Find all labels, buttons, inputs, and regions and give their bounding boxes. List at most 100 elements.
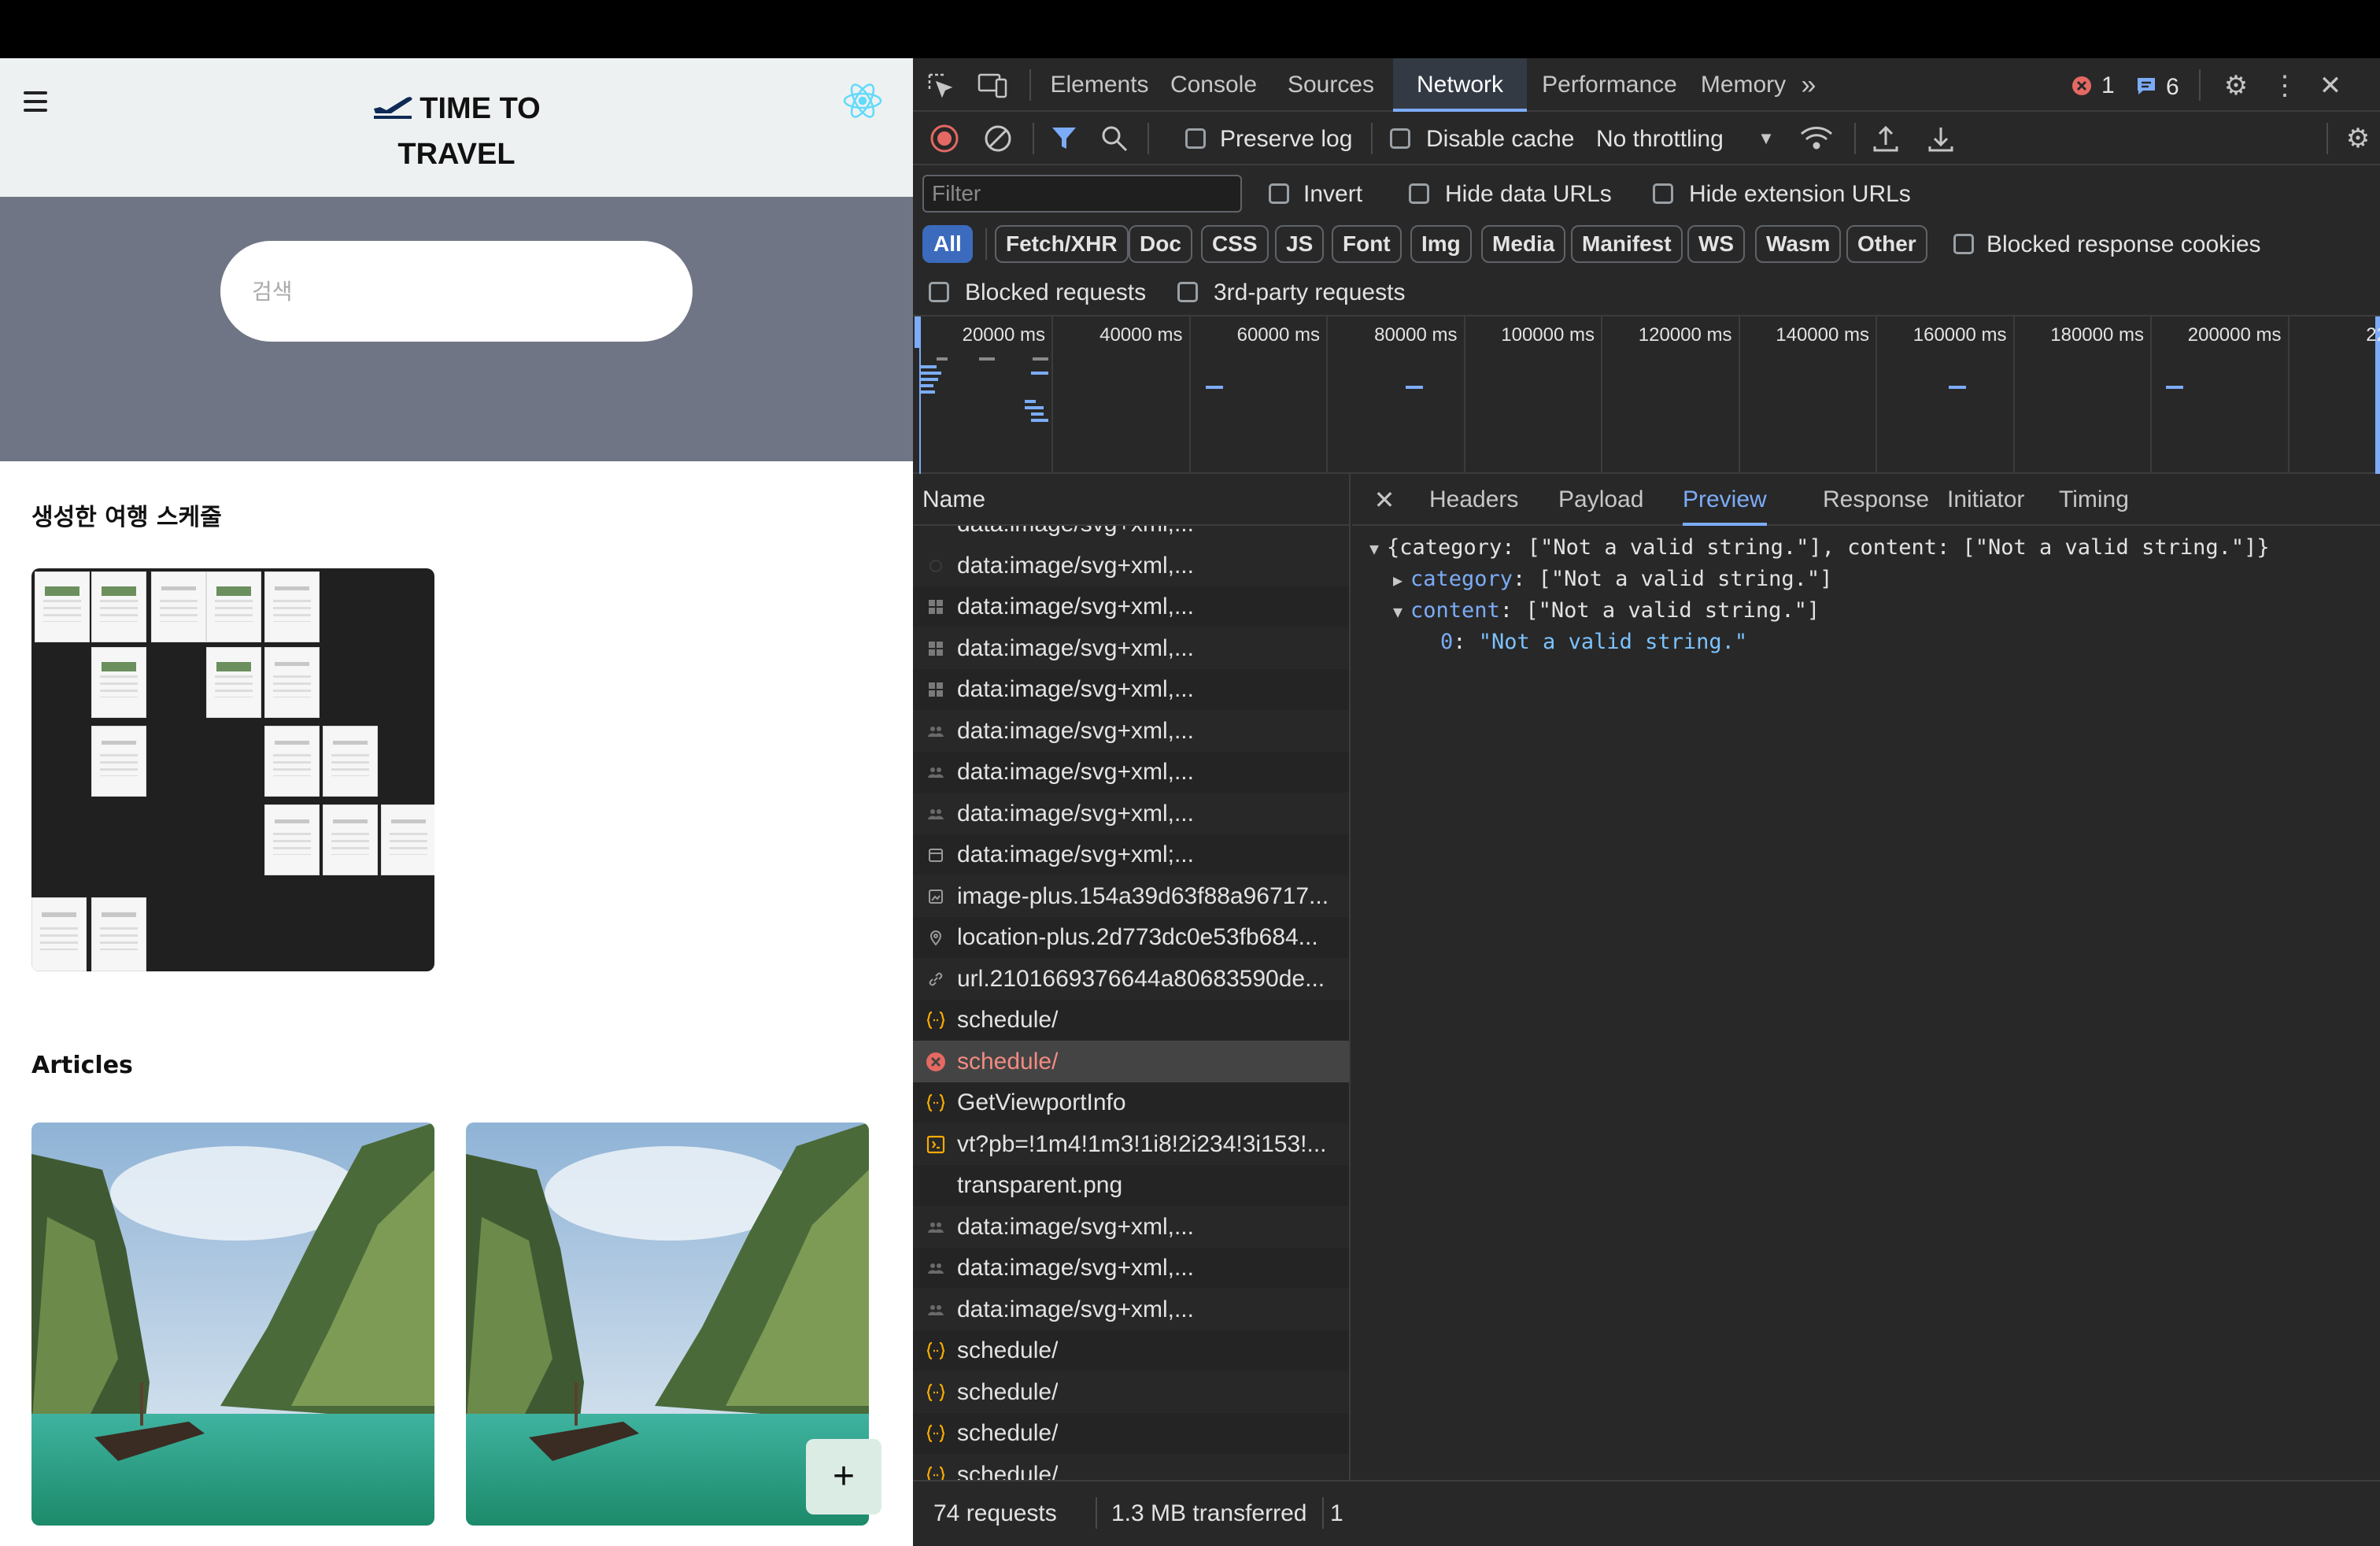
export-har-icon[interactable]	[1925, 123, 1957, 154]
chevron-down-icon[interactable]: ▼	[1757, 128, 1776, 150]
preview-root[interactable]: ▼ {category: ["Not a valid string."], con…	[1369, 535, 2270, 560]
settings-gear-icon[interactable]: ⚙	[2221, 71, 2251, 101]
request-row[interactable]: data:image/svg+xml,...	[913, 627, 1349, 669]
import-har-icon[interactable]	[1870, 123, 1901, 154]
tab-payload[interactable]: Payload	[1558, 474, 1643, 526]
preview-category-row[interactable]: ▶ category: ["Not a valid string."]	[1393, 567, 1832, 591]
request-row[interactable]: data:image/svg+xml,...	[913, 710, 1349, 752]
request-row[interactable]: schedule/	[913, 1454, 1349, 1480]
hide-extension-urls-checkbox[interactable]	[1653, 183, 1673, 204]
tab-sources[interactable]: Sources	[1269, 58, 1393, 112]
schedule-thumbnail[interactable]	[31, 568, 434, 971]
type-filter-fetch-xhr[interactable]: Fetch/XHR	[995, 225, 1129, 263]
timeline-request-bar	[921, 390, 935, 394]
more-tabs-icon[interactable]: »	[1793, 70, 1824, 100]
link-icon	[924, 967, 948, 991]
menu-icon[interactable]	[24, 91, 47, 112]
fetch-icon	[924, 1008, 948, 1032]
response-preview: ▼ {category: ["Not a valid string."], con…	[1352, 526, 2380, 1480]
disable-cache-checkbox[interactable]	[1390, 128, 1410, 149]
add-button[interactable]: +	[806, 1439, 881, 1515]
type-filter-font[interactable]: Font	[1332, 225, 1402, 263]
request-row[interactable]: data:image/svg+xml,...	[913, 1247, 1349, 1289]
site-logo[interactable]: TIME TO TRAVEL	[362, 87, 551, 176]
hide-data-urls-checkbox[interactable]	[1409, 183, 1429, 204]
script-icon	[924, 1133, 948, 1156]
request-row[interactable]: schedule/	[913, 1371, 1349, 1413]
request-row[interactable]: location-plus.2d773dc0e53fb684...	[913, 916, 1349, 959]
request-row[interactable]: vt?pb=!1m4!1m3!1i8!2i234!3i153!...	[913, 1123, 1349, 1165]
message-icon[interactable]	[2134, 74, 2158, 98]
type-filter-manifest[interactable]: Manifest	[1571, 225, 1683, 263]
type-filter-img[interactable]: Img	[1410, 225, 1472, 263]
content-value: ["Not a valid string."]	[1525, 598, 1820, 623]
tab-headers[interactable]: Headers	[1429, 474, 1518, 526]
tab-timing[interactable]: Timing	[2059, 474, 2129, 526]
request-row[interactable]: data:image/svg+xml,...	[913, 668, 1349, 711]
name-column-header[interactable]: Name	[922, 486, 985, 513]
throttling-select[interactable]: No throttling	[1596, 126, 1724, 153]
type-filter-doc[interactable]: Doc	[1129, 225, 1192, 263]
more-options-icon[interactable]: ⋮	[2271, 71, 2298, 101]
record-stop-icon[interactable]	[929, 123, 960, 154]
network-conditions-icon[interactable]	[1799, 123, 1834, 154]
request-row[interactable]: schedule/	[913, 1330, 1349, 1372]
filter-input[interactable]	[922, 175, 1242, 213]
type-filter-other[interactable]: Other	[1846, 225, 1927, 263]
tab-elements[interactable]: Elements	[1040, 58, 1159, 112]
tab-response[interactable]: Response	[1823, 474, 1929, 526]
filter-funnel-icon[interactable]	[1048, 123, 1080, 154]
close-devtools-icon[interactable]: ✕	[2315, 71, 2345, 101]
clear-icon[interactable]	[982, 123, 1014, 154]
request-row[interactable]: data:image/svg+xml,...	[913, 1206, 1349, 1248]
type-filter-all[interactable]: All	[922, 225, 973, 263]
type-filter-media[interactable]: Media	[1481, 225, 1566, 263]
request-row[interactable]: data:image/svg+xml,...	[913, 545, 1349, 586]
close-detail-icon[interactable]: ✕	[1369, 485, 1399, 515]
request-row[interactable]: schedule/	[913, 999, 1349, 1041]
tab-memory[interactable]: Memory	[1692, 58, 1794, 112]
timeline-request-bar	[937, 357, 948, 361]
blocked-requests-checkbox[interactable]	[929, 282, 949, 302]
network-overview-timeline[interactable]: 20000 ms 40000 ms 60000 ms 80000 ms 100000 m…	[913, 316, 2380, 474]
request-row[interactable]: data:image/svg+xml,...	[913, 526, 1349, 545]
request-row[interactable]: data:image/svg+xml;...	[913, 834, 1349, 876]
request-row[interactable]: image-plus.154a39d63f88a96717...	[913, 875, 1349, 917]
invert-checkbox[interactable]	[1269, 183, 1289, 204]
blocked-response-cookies-checkbox[interactable]	[1953, 234, 1974, 254]
timeline-request-bar	[1031, 372, 1048, 375]
search-input[interactable]	[220, 241, 693, 342]
device-toolbar-icon[interactable]	[978, 71, 1009, 99]
preview-content-row[interactable]: ▼ content: ["Not a valid string."]	[1393, 598, 1820, 623]
timeline-request-bar	[1025, 400, 1036, 403]
request-row[interactable]: GetViewportInfo	[913, 1082, 1349, 1124]
article-card[interactable]	[31, 1123, 434, 1526]
third-party-requests-checkbox[interactable]	[1177, 282, 1198, 302]
request-row[interactable]: data:image/svg+xml,...	[913, 793, 1349, 834]
tab-console[interactable]: Console	[1159, 58, 1269, 112]
error-icon[interactable]	[2070, 74, 2094, 98]
tab-preview[interactable]: Preview	[1683, 474, 1767, 526]
inspect-element-icon[interactable]	[926, 71, 954, 99]
request-row[interactable]: schedule/	[913, 1412, 1349, 1455]
type-filter-css[interactable]: CSS	[1201, 225, 1269, 263]
blocked-response-cookies-label: Blocked response cookies	[1986, 231, 2261, 257]
request-row[interactable]: data:image/svg+xml,...	[913, 1289, 1349, 1330]
tab-performance[interactable]: Performance	[1527, 58, 1692, 112]
request-row-selected[interactable]: schedule/	[913, 1041, 1349, 1082]
location-icon	[924, 926, 948, 949]
preserve-log-checkbox[interactable]	[1185, 128, 1206, 149]
search-icon[interactable]	[1099, 123, 1130, 154]
type-filter-ws[interactable]: WS	[1687, 225, 1746, 263]
request-row[interactable]: data:image/svg+xml,...	[913, 751, 1349, 793]
tab-initiator[interactable]: Initiator	[1947, 474, 2024, 526]
network-settings-icon[interactable]: ⚙	[2342, 123, 2374, 154]
timeline-gridline	[1326, 316, 1328, 474]
type-filter-wasm[interactable]: Wasm	[1755, 225, 1842, 263]
request-row[interactable]: url.2101669376644a80683590de...	[913, 958, 1349, 1000]
type-filter-js[interactable]: JS	[1275, 225, 1325, 263]
react-icon[interactable]	[842, 80, 883, 121]
request-row[interactable]: transparent.png	[913, 1164, 1349, 1207]
tab-network[interactable]: Network	[1393, 58, 1527, 112]
request-row[interactable]: data:image/svg+xml,...	[913, 586, 1349, 628]
